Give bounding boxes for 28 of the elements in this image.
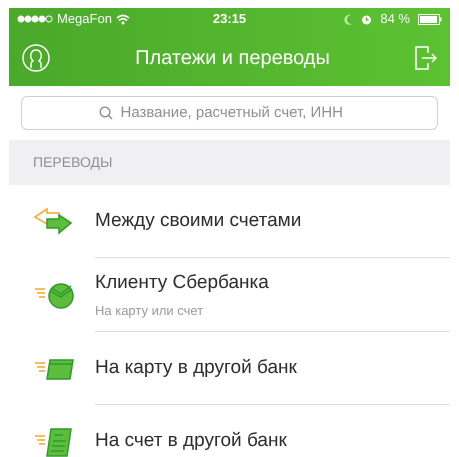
logout-button[interactable] — [414, 45, 437, 71]
battery-icon — [418, 14, 442, 24]
profile-icon — [22, 44, 50, 72]
transfer-item[interactable]: На счет в другой банк — [9, 405, 450, 457]
section-header: ПЕРЕВОДЫ — [9, 140, 450, 185]
logout-icon — [414, 45, 437, 71]
document-icon — [33, 426, 75, 456]
transfer-item[interactable]: Клиенту Сбербанка На карту или счет — [9, 258, 450, 332]
transfer-item[interactable]: На карту в другой банк — [9, 332, 450, 405]
battery-percent: 84 % — [380, 10, 410, 28]
item-title: На счет в другой банк — [95, 429, 288, 454]
profile-button[interactable] — [22, 44, 50, 72]
search-icon — [98, 106, 112, 120]
carrier-name: MegaFon — [57, 10, 112, 28]
moon-icon — [344, 14, 354, 24]
page-title: Платежи и переводы — [135, 46, 330, 71]
item-subtitle: На карту или счет — [95, 302, 204, 320]
alarm-icon — [361, 14, 372, 24]
signal-icon — [17, 15, 53, 23]
clock-time: 23:15 — [212, 10, 246, 28]
search-input[interactable]: Название, расчетный счет, ИНН — [120, 102, 360, 124]
item-title: На карту в другой банк — [95, 356, 298, 380]
wifi-icon — [116, 14, 130, 24]
exchange-arrows-icon — [33, 206, 75, 236]
search-field[interactable]: Название, расчетный счет, ИНН — [21, 96, 438, 130]
item-title: Клиенту Сбербанка — [95, 270, 270, 294]
item-title: Между своими счетами — [95, 208, 302, 233]
transfer-item[interactable]: Между своими счетами — [9, 185, 450, 258]
